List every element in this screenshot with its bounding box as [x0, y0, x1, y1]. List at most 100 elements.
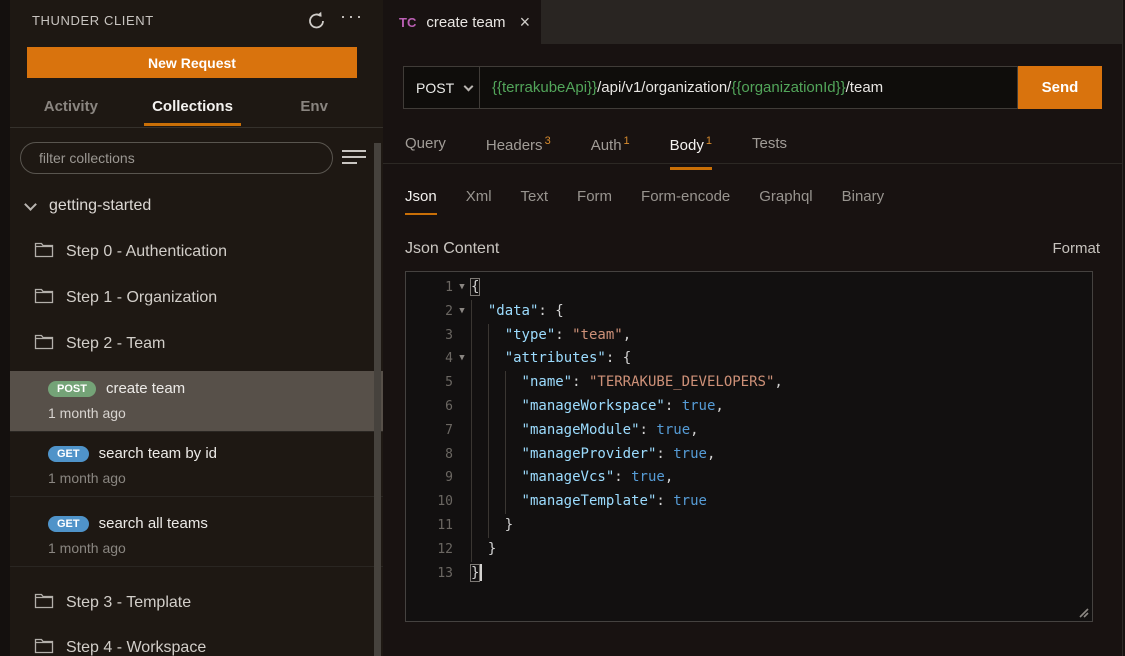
- sidebar-tab-env[interactable]: Env: [253, 90, 375, 127]
- token-p: :: [656, 493, 673, 509]
- token-p: :: [555, 327, 572, 343]
- folder-step-2-team[interactable]: Step 2 - Team: [34, 330, 165, 358]
- folder-icon: [34, 592, 54, 614]
- tab-query[interactable]: Query: [405, 129, 446, 164]
- request-search-team-by-id[interactable]: GETsearch team by id1 month ago: [10, 436, 383, 497]
- editor-line[interactable]: 4▼"attributes": {: [406, 347, 1092, 371]
- method-badge: GET: [48, 516, 89, 532]
- token-p: :: [656, 446, 673, 462]
- request-timestamp: 1 month ago: [10, 397, 383, 431]
- url-input[interactable]: {{terrakubeApi}}/api/v1/organization/{{o…: [492, 79, 883, 96]
- token-p: ,: [715, 398, 723, 414]
- indent-guide: [488, 419, 505, 443]
- new-request-button[interactable]: New Request: [27, 47, 357, 78]
- editor-line[interactable]: 13}: [406, 562, 1092, 586]
- send-button[interactable]: Send: [1018, 66, 1102, 109]
- token-key: "manageTemplate": [522, 493, 657, 509]
- fold-spacer: [453, 490, 471, 514]
- thunder-client-logo: TC: [399, 15, 416, 30]
- indent-guide: [471, 300, 488, 324]
- url-path: /team: [846, 79, 884, 96]
- editor-line[interactable]: 1▼{: [406, 276, 1092, 300]
- fold-spacer: [453, 443, 471, 467]
- line-number: 4: [406, 347, 453, 371]
- panel-right-border: [1122, 0, 1123, 656]
- indent-guide: [505, 395, 522, 419]
- indent-guide: [488, 347, 505, 371]
- tab-headers[interactable]: Headers3: [486, 129, 551, 164]
- sidebar-tab-activity[interactable]: Activity: [10, 90, 132, 127]
- request-create-team[interactable]: POSTcreate team1 month ago: [10, 371, 383, 432]
- tab-body[interactable]: Body1: [670, 129, 712, 164]
- request-url-bar: POST {{terrakubeApi}}/api/v1/organizatio…: [403, 66, 1018, 109]
- line-number: 7: [406, 419, 453, 443]
- sidebar-scrollbar[interactable]: [374, 143, 381, 656]
- fold-spacer: [453, 395, 471, 419]
- token-key: "manageProvider": [522, 446, 657, 462]
- more-options-icon[interactable]: ···: [340, 6, 364, 27]
- indent-guide: [471, 324, 488, 348]
- token-p: ,: [665, 469, 673, 485]
- fold-spacer: [453, 371, 471, 395]
- editor-line[interactable]: 3"type": "team",: [406, 324, 1092, 348]
- body-tab-form-encode[interactable]: Form-encode: [641, 188, 730, 215]
- method-dropdown[interactable]: POST: [404, 67, 480, 108]
- folder-step-4-workspace[interactable]: Step 4 - Workspace: [34, 634, 206, 656]
- editor-line[interactable]: 8"manageProvider": true,: [406, 443, 1092, 467]
- refresh-icon[interactable]: [306, 10, 328, 32]
- tab-count-badge: 1: [706, 135, 712, 147]
- filter-collections-input[interactable]: [20, 142, 333, 174]
- request-tabs: Query Headers3 Auth1 Body1 Tests: [405, 129, 827, 164]
- collections-menu-icon[interactable]: [342, 150, 366, 166]
- fold-icon[interactable]: ▼: [453, 300, 471, 324]
- request-search-all-teams[interactable]: GETsearch all teams1 month ago: [10, 506, 383, 567]
- editor-line[interactable]: 11}: [406, 514, 1092, 538]
- indent-guide: [505, 419, 522, 443]
- body-tab-xml[interactable]: Xml: [466, 188, 492, 215]
- code-text: "manageProvider": true,: [471, 443, 715, 467]
- body-tab-graphql[interactable]: Graphql: [759, 188, 812, 215]
- body-tab-json[interactable]: Json: [405, 188, 437, 215]
- editor-line[interactable]: 7"manageModule": true,: [406, 419, 1092, 443]
- close-icon[interactable]: ×: [520, 12, 531, 33]
- tab-tests[interactable]: Tests: [752, 129, 787, 164]
- folder-step-0-authentication[interactable]: Step 0 - Authentication: [34, 238, 227, 266]
- code-text: "name": "TERRAKUBE_DEVELOPERS",: [471, 371, 783, 395]
- folder-step-1-organization[interactable]: Step 1 - Organization: [34, 284, 217, 312]
- editor-line[interactable]: 10"manageTemplate": true: [406, 490, 1092, 514]
- format-link[interactable]: Format: [1052, 240, 1100, 258]
- token-p: ,: [774, 374, 782, 390]
- editor-line[interactable]: 5"name": "TERRAKUBE_DEVELOPERS",: [406, 371, 1092, 395]
- indent-guide: [505, 443, 522, 467]
- json-content-label: Json Content: [405, 240, 499, 258]
- folder-label: Step 4 - Workspace: [66, 639, 206, 656]
- token-key: "manageModule": [522, 422, 640, 438]
- token-key: "attributes": [505, 350, 606, 366]
- indent-guide: [488, 371, 505, 395]
- request-timestamp: 1 month ago: [10, 532, 383, 566]
- body-tab-binary[interactable]: Binary: [842, 188, 885, 215]
- code-text: }: [471, 538, 496, 562]
- fold-icon[interactable]: ▼: [453, 347, 471, 371]
- editor-line[interactable]: 6"manageWorkspace": true,: [406, 395, 1092, 419]
- code-text: "type": "team",: [471, 324, 631, 348]
- fold-spacer: [453, 538, 471, 562]
- json-editor[interactable]: 1▼{2▼"data": {3"type": "team",4▼"attribu…: [405, 271, 1093, 622]
- indent-guide: [505, 371, 522, 395]
- body-tab-form[interactable]: Form: [577, 188, 612, 215]
- folder-step-3-template[interactable]: Step 3 - Template: [34, 589, 191, 617]
- editor-line[interactable]: 2▼"data": {: [406, 300, 1092, 324]
- editor-line[interactable]: 9"manageVcs": true,: [406, 466, 1092, 490]
- url-variable: {{organizationId}}: [731, 79, 845, 96]
- collection-getting-started[interactable]: getting-started: [22, 192, 151, 220]
- tab-auth[interactable]: Auth1: [591, 129, 630, 164]
- sidebar-tab-collections[interactable]: Collections: [132, 90, 254, 127]
- token-p: ,: [623, 327, 631, 343]
- indent-guide: [471, 466, 488, 490]
- fold-icon[interactable]: ▼: [453, 276, 471, 300]
- editor-line[interactable]: 12}: [406, 538, 1092, 562]
- body-tab-text[interactable]: Text: [521, 188, 549, 215]
- resize-handle-icon[interactable]: [1078, 606, 1090, 624]
- editor-tab-create-team[interactable]: TC create team ×: [383, 0, 541, 44]
- indent-guide: [488, 395, 505, 419]
